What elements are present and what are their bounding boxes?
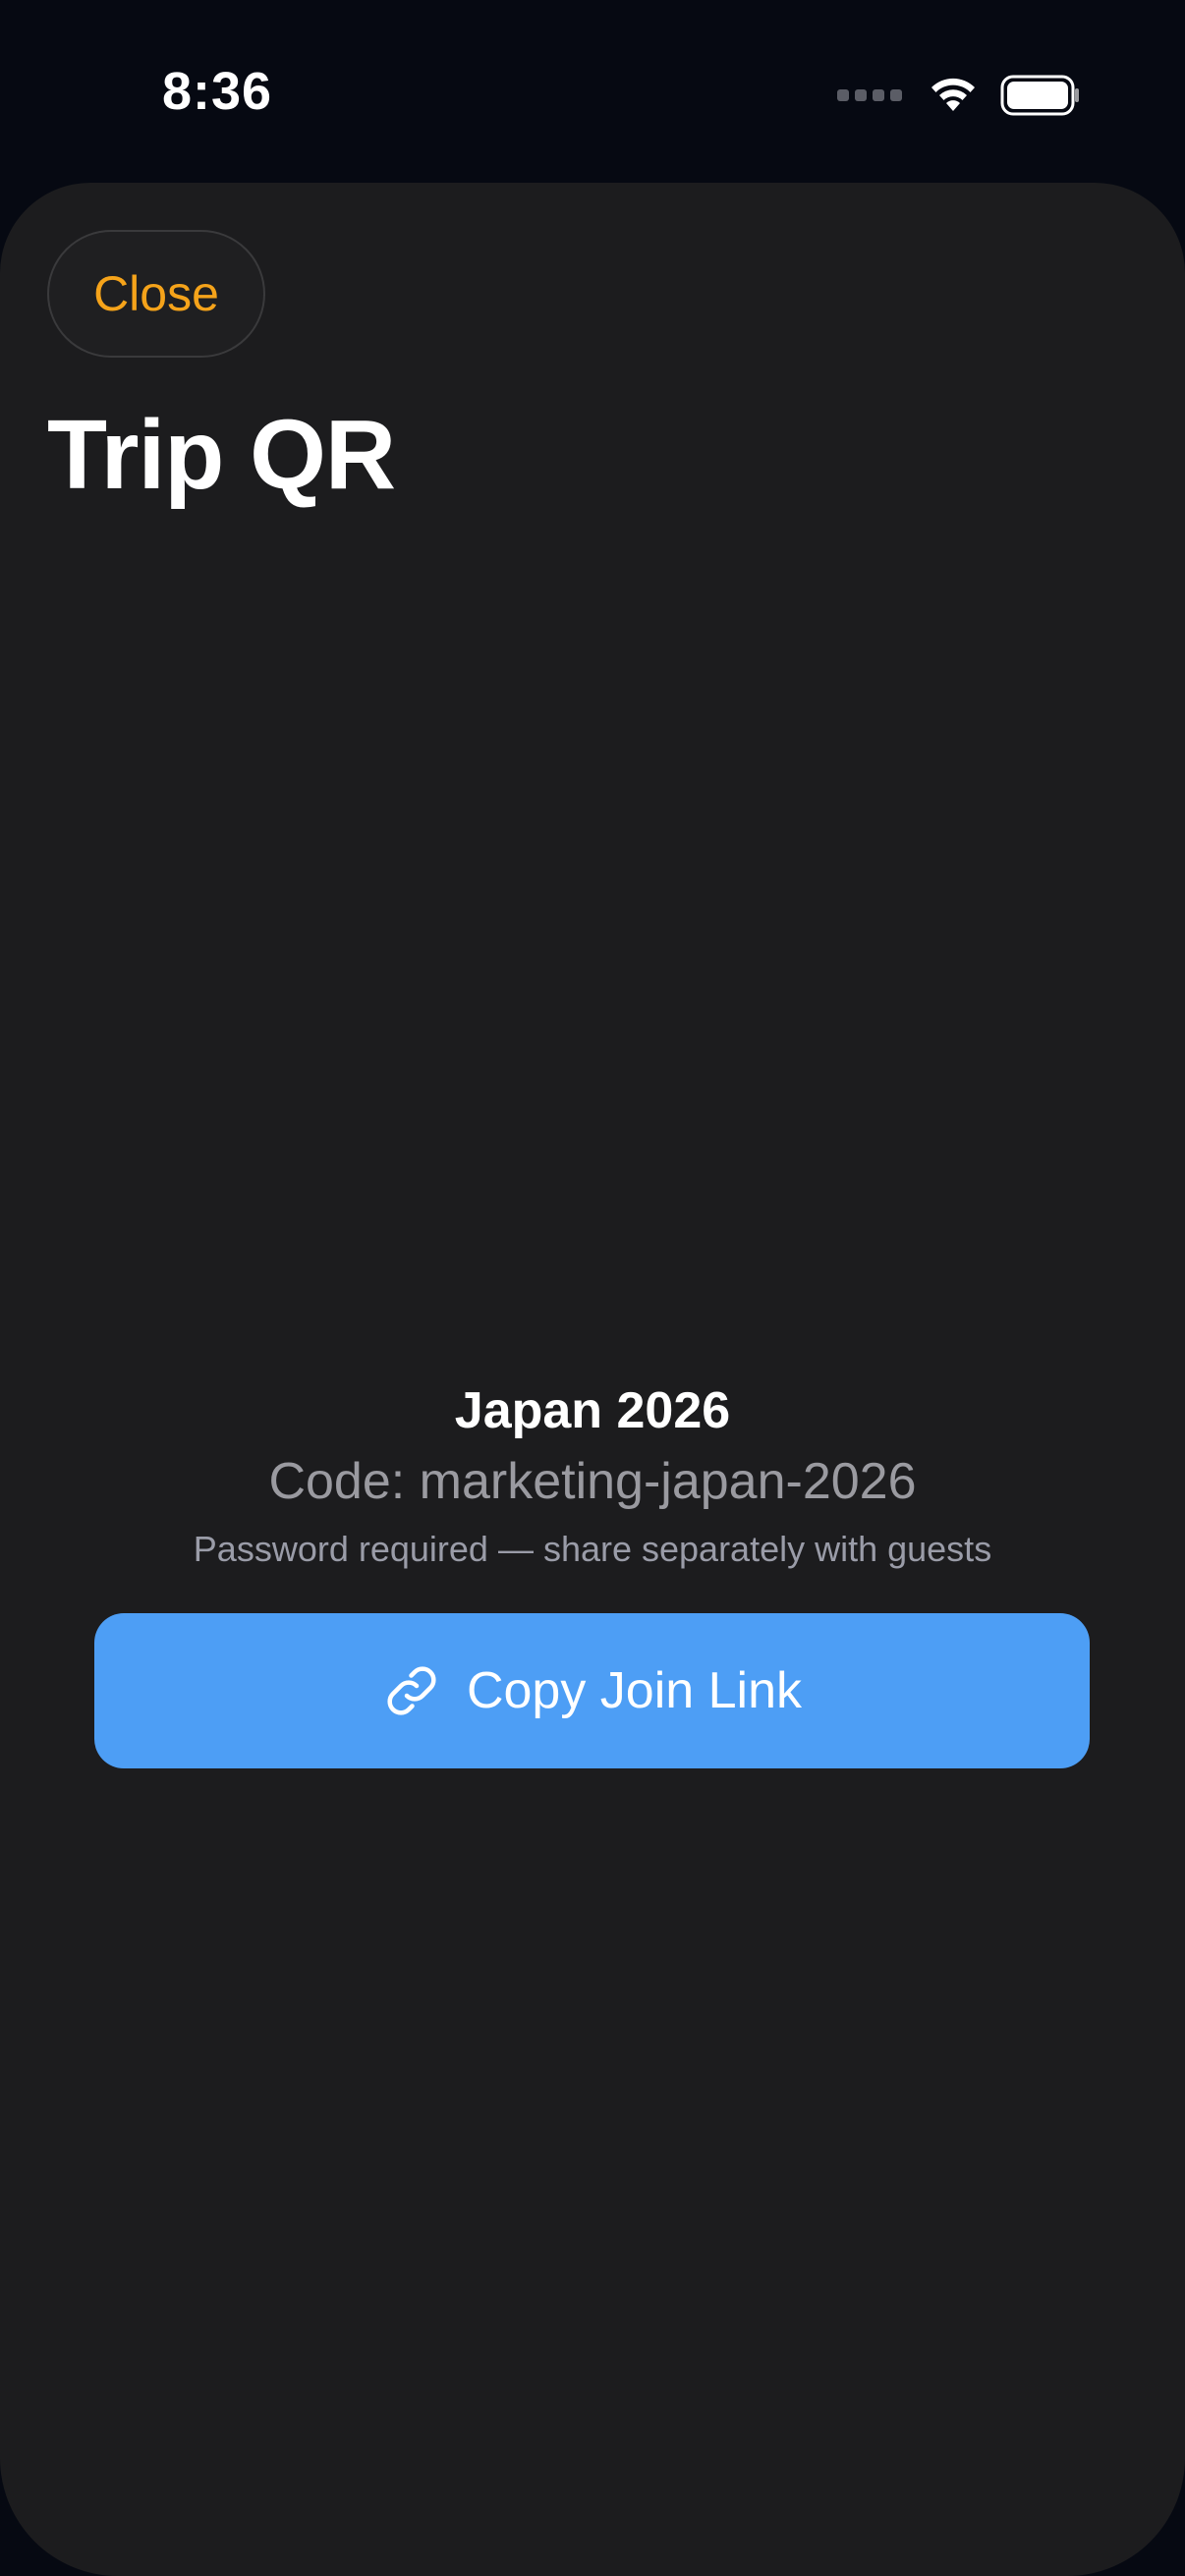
copy-join-link-button[interactable]: Copy Join Link xyxy=(94,1613,1090,1768)
cellular-signal-icon xyxy=(837,89,902,101)
battery-icon xyxy=(1000,75,1079,116)
status-indicators xyxy=(837,71,1081,120)
trip-qr-sheet: Close Trip QR Japan 2026 Code: marketing… xyxy=(0,183,1185,2576)
close-button[interactable]: Close xyxy=(47,230,265,358)
screen: 8:36 Close Trip QR Japan 2026 Code: mark… xyxy=(0,0,1185,2576)
trip-code: Code: marketing-japan-2026 xyxy=(268,1453,917,1510)
status-time: 8:36 xyxy=(162,62,273,121)
page-title: Trip QR xyxy=(47,400,396,510)
wifi-icon xyxy=(931,78,975,111)
password-note: Password required — share separately wit… xyxy=(193,1529,992,1569)
copy-join-link-label: Copy Join Link xyxy=(466,1662,803,1719)
link-icon xyxy=(382,1661,441,1720)
trip-name: Japan 2026 xyxy=(454,1382,731,1439)
status-bar: 8:36 xyxy=(0,0,1185,182)
